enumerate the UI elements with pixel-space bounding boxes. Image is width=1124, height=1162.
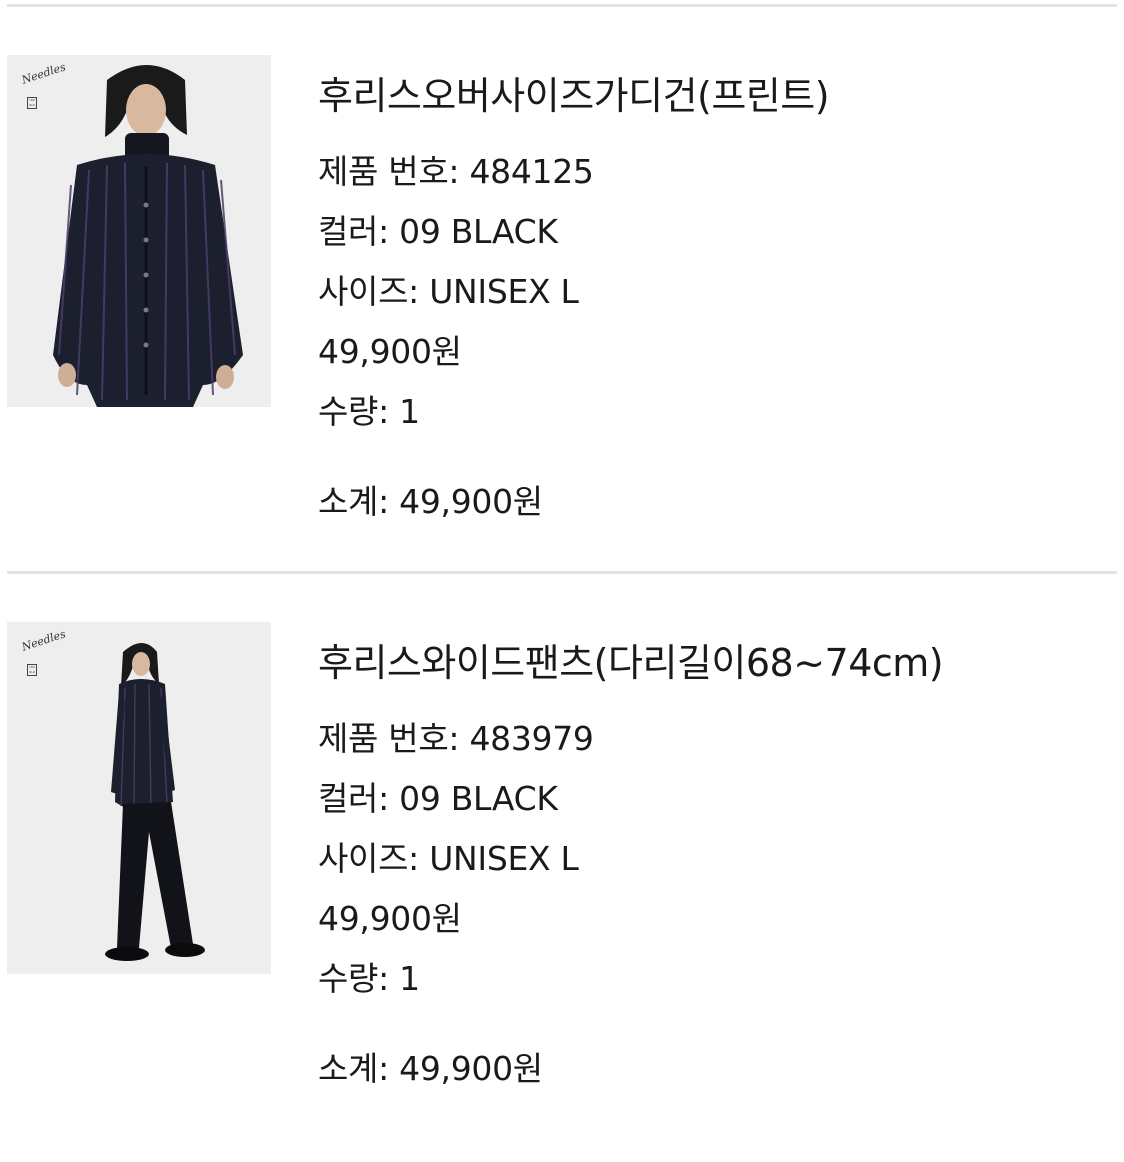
product-size: 사이즈: UNISEX L — [318, 272, 579, 311]
cart-item: Needles UNI QLO — [0, 55, 1124, 595]
product-number: 제품 번호: 483979 — [318, 719, 594, 758]
product-color: 컬러: 09 BLACK — [318, 212, 558, 251]
wide-pants-photo-icon — [105, 643, 205, 961]
divider-middle — [7, 571, 1117, 574]
product-number: 제품 번호: 484125 — [318, 152, 594, 191]
product-image[interactable]: Needles UNI QLO — [7, 622, 271, 974]
cart-item: Needles UNI QLO — [0, 622, 1124, 1162]
product-size: 사이즈: UNISEX L — [318, 839, 579, 878]
product-image[interactable]: Needles UNI QLO — [7, 55, 271, 407]
brand-box-logo: UNI QLO — [27, 664, 37, 676]
product-subtotal: 소계: 49,900원 — [318, 1049, 543, 1088]
product-color: 컬러: 09 BLACK — [318, 779, 558, 818]
product-name[interactable]: 후리스와이드팬츠(다리길이68~74cm) — [318, 632, 944, 687]
product-quantity: 수량: 1 — [318, 959, 420, 998]
divider-top — [7, 4, 1117, 7]
product-name[interactable]: 후리스오버사이즈가디건(프린트) — [318, 65, 830, 120]
brand-box-logo: UNI QLO — [27, 97, 37, 109]
product-price: 49,900원 — [318, 332, 462, 371]
cardigan-photo-icon — [53, 65, 243, 407]
product-price: 49,900원 — [318, 899, 462, 938]
product-quantity: 수량: 1 — [318, 392, 420, 431]
product-subtotal: 소계: 49,900원 — [318, 482, 543, 521]
